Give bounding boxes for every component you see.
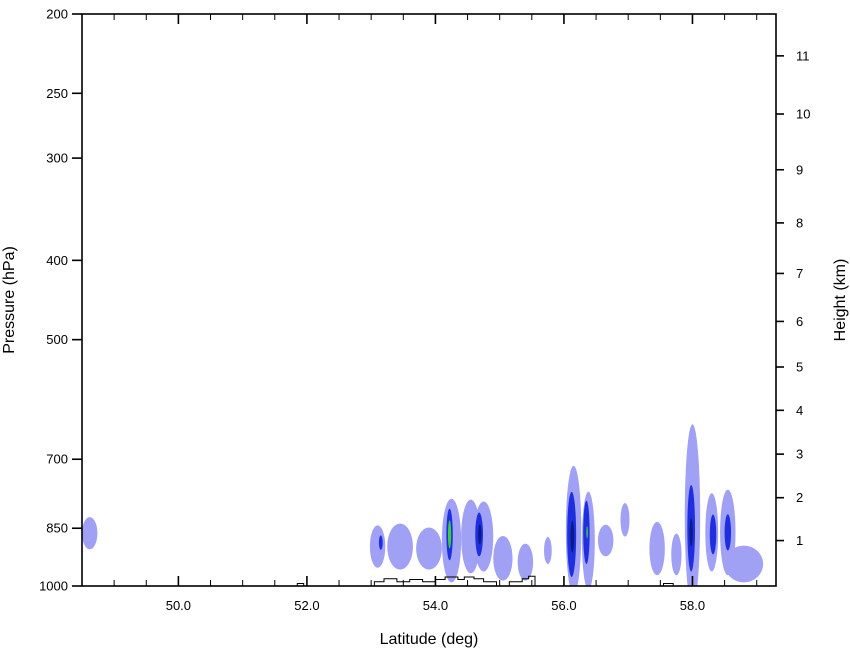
- contour-level1-blob: [493, 535, 513, 581]
- contour-level1-blob: [416, 527, 442, 570]
- contour-level1-blob: [671, 533, 682, 576]
- x-tick-label: 56.0: [551, 598, 576, 613]
- contour-level1-blob: [598, 524, 614, 557]
- y-axis-title: Pressure (hPa): [1, 246, 18, 354]
- contour-level3-blob: [478, 524, 482, 545]
- contour-level1-blob: [724, 545, 764, 583]
- contour-level3-blob: [689, 518, 693, 547]
- contour-level1-blob: [82, 517, 98, 550]
- contour-level2-blob: [724, 514, 732, 551]
- x-axis-title: Latitude (deg): [380, 631, 479, 648]
- contour-level1-blob: [620, 503, 630, 537]
- y-tick-label: 500: [46, 332, 68, 347]
- y-tick-label: 700: [46, 452, 68, 467]
- y2-tick-label: 9: [796, 162, 803, 177]
- y2-axis-title: Height (km): [832, 259, 849, 342]
- y-tick-label: 850: [46, 521, 68, 536]
- y2-tick-label: 8: [796, 215, 803, 230]
- contour-level4-blob: [586, 526, 588, 539]
- contour-level1-blob: [369, 525, 386, 568]
- chart: 50.0 52.0 54.0 56.0 58.0 1000 850 700 500 400 300…: [0, 0, 850, 650]
- contour-level1-blob: [517, 543, 534, 581]
- x-tick-label: 50.0: [166, 598, 191, 613]
- contour-level2-blob: [378, 535, 383, 550]
- contour-level2-blob: [709, 514, 717, 555]
- y2-tick-label: 5: [796, 360, 803, 375]
- y2-tick-label: 10: [796, 107, 810, 122]
- x-tick-label: 58.0: [680, 598, 705, 613]
- y2-tick-label: 1: [796, 533, 803, 548]
- y-tick-label: 250: [46, 86, 68, 101]
- y-tick-label: 1000: [39, 579, 68, 594]
- x-tick-label: 52.0: [294, 598, 319, 613]
- x-tick-label: 54.0: [423, 598, 448, 613]
- y2-tick-label: 6: [796, 314, 803, 329]
- contour-level3-blob: [570, 520, 575, 553]
- y2-tick-label: 7: [796, 266, 803, 281]
- y-tick-label: 200: [46, 7, 68, 22]
- y2-tick-label: 11: [796, 48, 810, 63]
- y2-tick-label: 4: [796, 403, 803, 418]
- y-tick-label: 400: [46, 253, 68, 268]
- y2-tick-label: 2: [796, 490, 803, 505]
- contour-level4-blob: [447, 520, 452, 549]
- contour-level1-blob: [387, 523, 413, 570]
- contour-level1-blob: [649, 521, 665, 576]
- contour-level1-blob: [544, 537, 552, 565]
- y2-tick-label: 3: [796, 447, 803, 462]
- y-tick-label: 300: [46, 151, 68, 166]
